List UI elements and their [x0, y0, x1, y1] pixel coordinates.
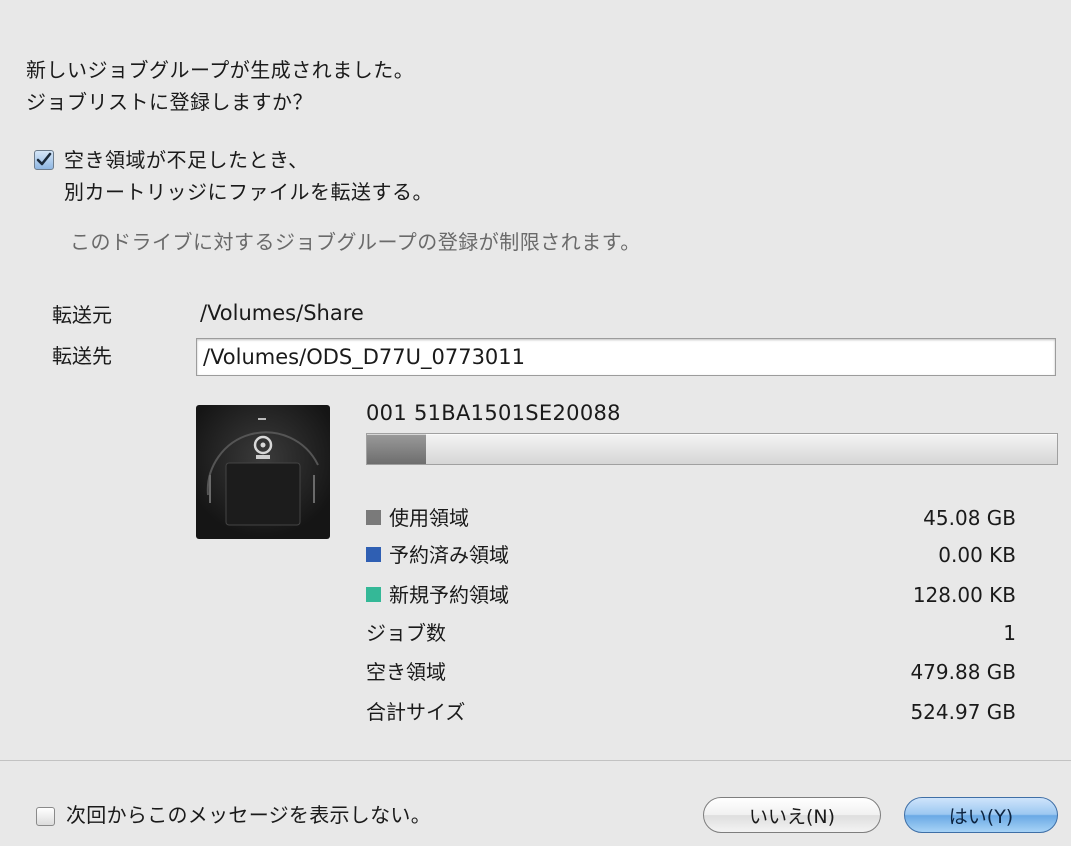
- checkmark-icon: [36, 152, 52, 166]
- stat-row-job-count: ジョブ数 1: [366, 621, 1016, 645]
- stat-value: 1: [1003, 621, 1016, 645]
- used-space-swatch: [366, 510, 381, 525]
- stat-label: 予約済み領域: [389, 543, 509, 567]
- destination-field[interactable]: [196, 338, 1056, 376]
- stat-value: 0.00 KB: [938, 543, 1016, 567]
- stat-value: 128.00 KB: [912, 583, 1016, 607]
- stat-label: 新規予約領域: [389, 583, 509, 607]
- stat-label: ジョブ数: [366, 621, 446, 645]
- source-label: 転送元: [52, 303, 112, 327]
- footer-divider: [0, 760, 1071, 761]
- capacity-bar: [366, 433, 1058, 465]
- transfer-option-label-1: 空き領域が不足したとき、: [64, 148, 309, 172]
- stat-row-used: 使用領域 45.08 GB: [366, 506, 1016, 530]
- stat-row-reserved: 予約済み領域 0.00 KB: [366, 543, 1016, 567]
- optical-disc-cartridge-icon: [196, 405, 330, 539]
- yes-button[interactable]: はい(Y): [904, 797, 1058, 833]
- message-line-1: 新しいジョブグループが生成されました。: [26, 58, 415, 82]
- message-line-2: ジョブリストに登録しますか？: [26, 90, 313, 114]
- destination-label: 転送先: [52, 344, 112, 368]
- transfer-option-label-2: 別カートリッジにファイルを転送する。: [64, 180, 433, 204]
- cartridge-id: 001 51BA1501SE20088: [366, 401, 621, 425]
- stat-label: 使用領域: [389, 506, 469, 530]
- new-reserved-space-swatch: [366, 587, 381, 602]
- job-group-dialog: 新しいジョブグループが生成されました。 ジョブリストに登録しますか？ 空き領域が…: [0, 0, 1071, 846]
- no-button[interactable]: いいえ(N): [703, 797, 881, 833]
- dont-show-again-checkbox[interactable]: [36, 807, 55, 826]
- stat-row-free: 空き領域 479.88 GB: [366, 660, 1016, 684]
- stat-row-total: 合計サイズ 524.97 GB: [366, 700, 1016, 724]
- stat-value: 45.08 GB: [923, 506, 1016, 530]
- restriction-note: このドライブに対するジョブグループの登録が制限されます。: [70, 230, 641, 254]
- stat-label: 空き領域: [366, 660, 446, 684]
- stat-value: 524.97 GB: [910, 700, 1016, 724]
- dont-show-again-label[interactable]: 次回からこのメッセージを表示しない。: [66, 805, 431, 825]
- stat-label: 合計サイズ: [366, 700, 466, 724]
- stat-value: 479.88 GB: [910, 660, 1016, 684]
- reserved-space-swatch: [366, 547, 381, 562]
- transfer-option-checkbox[interactable]: [34, 150, 54, 170]
- source-path: /Volumes/Share: [200, 301, 364, 325]
- stat-row-new-reserved: 新規予約領域 128.00 KB: [366, 583, 1016, 607]
